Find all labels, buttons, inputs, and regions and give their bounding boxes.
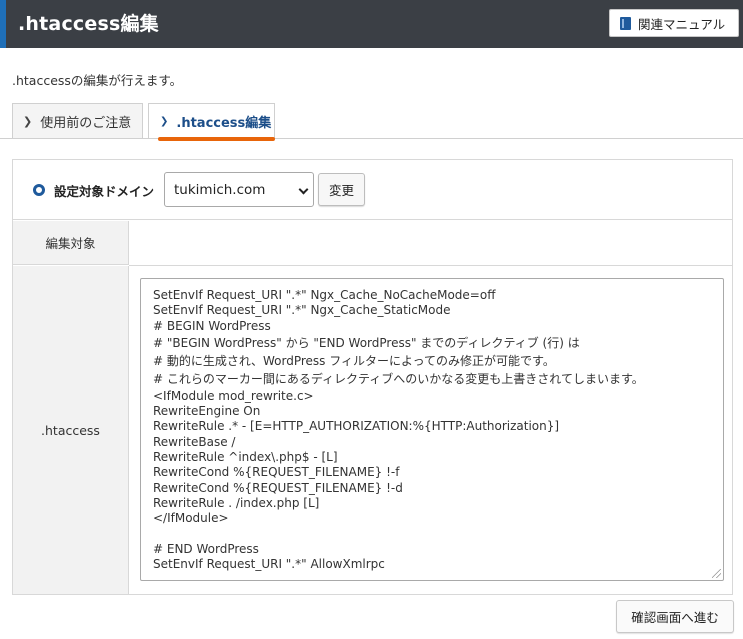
code-line: RewriteBase / (153, 434, 236, 449)
chevron-down-icon (298, 184, 309, 195)
code-line: # これらのマーカー間にあるディレクティブへのいかなる変更も上書きされてしまいま… (153, 372, 644, 387)
radio-icon[interactable] (33, 184, 45, 196)
htaccess-editor[interactable]: SetEnvIf Request_URI ".*" Ngx_Cache_NoCa… (140, 278, 724, 581)
code-line: SetEnvIf Request_URI ".*" Ngx_Cache_NoCa… (153, 288, 496, 302)
code-line: RewriteCond %{REQUEST_FILENAME} !-d (153, 480, 403, 495)
page-description: .htaccessの編集が行えます。 (12, 73, 183, 88)
tab-precautions-label: 使用前のご注意 (40, 116, 132, 131)
code-line: <IfModule mod_rewrite.c> (153, 388, 314, 403)
code-line: SetEnvIf Request_URI ".*" AllowXmlrpc (153, 557, 385, 572)
tab-divider (0, 138, 743, 139)
tab-htaccess-edit-label: .htaccess編集 (176, 116, 272, 131)
domain-selector-row: 設定対象ドメイン tukimich.com 変更 (13, 160, 732, 220)
code-line: RewriteCond %{REQUEST_FILENAME} !-f (153, 465, 400, 480)
active-tab-indicator (158, 137, 275, 141)
row-divider (129, 265, 732, 266)
book-icon (620, 16, 631, 30)
page-header: .htaccess編集 関連マニュアル (0, 0, 743, 48)
code-line: RewriteEngine On (153, 404, 261, 419)
code-line: # BEGIN WordPress (153, 318, 271, 333)
code-line: # "BEGIN WordPress" から "END WordPress" ま… (153, 335, 580, 350)
code-line: # END WordPress (153, 541, 259, 556)
domain-select[interactable]: tukimich.com (164, 172, 314, 207)
chevron-right-icon: ❯ (23, 115, 33, 128)
chevron-down-icon: ❯ (160, 116, 169, 127)
page-title: .htaccess編集 (18, 13, 159, 35)
related-manual-button[interactable]: 関連マニュアル (609, 9, 739, 37)
domain-label: 設定対象ドメイン (54, 184, 155, 199)
resize-grip-icon[interactable] (712, 569, 721, 578)
code-line: SetEnvIf Request_URI ".*" Ngx_Cache_Stat… (153, 303, 451, 318)
confirm-button[interactable]: 確認画面へ進む (616, 600, 734, 633)
code-line: RewriteRule ^index\.php$ - [L] (153, 449, 338, 464)
edit-target-label: 編集対象 (13, 221, 129, 265)
domain-select-value: tukimich.com (174, 181, 266, 198)
code-line: RewriteRule . /index.php [L] (153, 495, 320, 510)
tab-precautions[interactable]: ❯ 使用前のご注意 (12, 103, 143, 139)
code-line: # 動的に生成され、WordPress フィルターによってのみ修正が可能です。 (153, 354, 555, 369)
code-line: RewriteRule .* - [E=HTTP_AUTHORIZATION:%… (153, 419, 560, 434)
htaccess-label: .htaccess (13, 266, 129, 594)
tab-htaccess-edit[interactable]: ❯ .htaccess編集 (148, 103, 275, 139)
settings-panel: 設定対象ドメイン tukimich.com 変更 編集対象 .htaccess … (12, 159, 733, 595)
code-line: </IfModule> (153, 511, 229, 526)
related-manual-label: 関連マニュアル (638, 16, 726, 32)
change-domain-button[interactable]: 変更 (318, 173, 365, 206)
